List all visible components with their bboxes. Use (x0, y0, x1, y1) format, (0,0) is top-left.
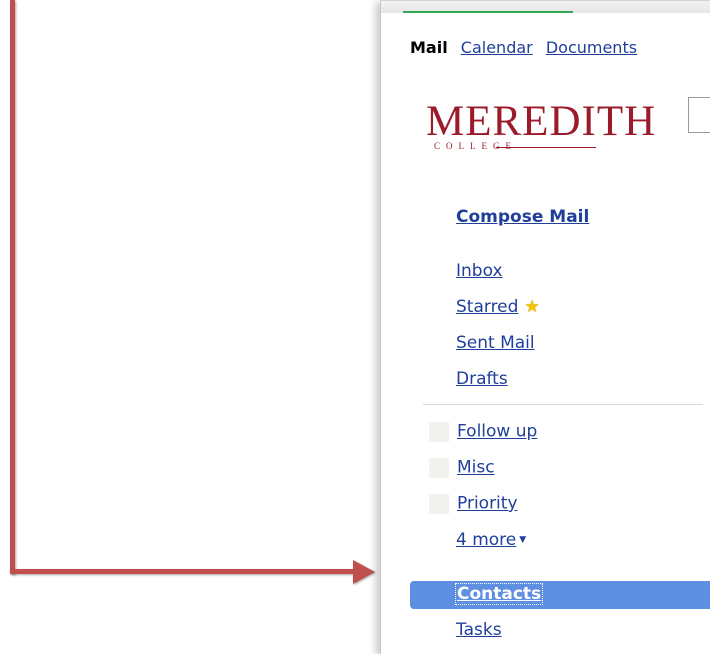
label-follow-up: Follow up (429, 421, 537, 445)
gmail-screenshot: Mail Calendar Documents MEREDITH COLLEGE… (380, 0, 710, 654)
compose-mail-link[interactable]: Compose Mail (456, 207, 589, 227)
logo-wordmark: MEREDITH (426, 98, 657, 145)
logo-rule (496, 147, 596, 148)
label-priority: Priority (429, 493, 518, 517)
window-accent (403, 11, 573, 13)
nav-tasks[interactable]: Tasks (456, 620, 502, 640)
search-input[interactable] (688, 97, 710, 133)
star-icon: ★ (524, 297, 540, 317)
nav-mail[interactable]: Mail (410, 38, 448, 57)
label-color-swatch[interactable] (429, 421, 449, 442)
nav-starred[interactable]: Starred (456, 297, 518, 317)
nav-sent-mail[interactable]: Sent Mail (456, 333, 535, 353)
logo-subtitle: COLLEGE (434, 141, 517, 151)
nav-contacts[interactable]: Contacts (454, 583, 544, 605)
top-navigation: Mail Calendar Documents (410, 38, 645, 57)
nav-drafts[interactable]: Drafts (456, 369, 508, 389)
nav-starred-row: Starred ★ (456, 297, 540, 317)
label-follow-up-link[interactable]: Follow up (457, 422, 537, 442)
meredith-logo: MEREDITH COLLEGE (426, 100, 676, 160)
label-misc-link[interactable]: Misc (457, 458, 495, 478)
label-color-swatch[interactable] (429, 493, 449, 514)
more-labels[interactable]: 4 more ▼ (456, 530, 526, 550)
label-misc: Misc (429, 457, 495, 481)
label-color-swatch[interactable] (429, 457, 449, 478)
chevron-down-icon: ▼ (519, 535, 527, 545)
annotation-arrow-horizontal (10, 569, 355, 574)
section-divider (423, 404, 703, 405)
contacts-selected-row[interactable]: Contacts (410, 581, 710, 609)
nav-calendar[interactable]: Calendar (461, 38, 533, 57)
nav-documents[interactable]: Documents (546, 38, 637, 57)
nav-inbox[interactable]: Inbox (456, 261, 503, 281)
annotation-arrow-head (353, 560, 375, 584)
annotation-arrow-vertical (10, 0, 15, 574)
label-priority-link[interactable]: Priority (457, 494, 518, 514)
more-labels-link[interactable]: 4 more (456, 530, 516, 550)
